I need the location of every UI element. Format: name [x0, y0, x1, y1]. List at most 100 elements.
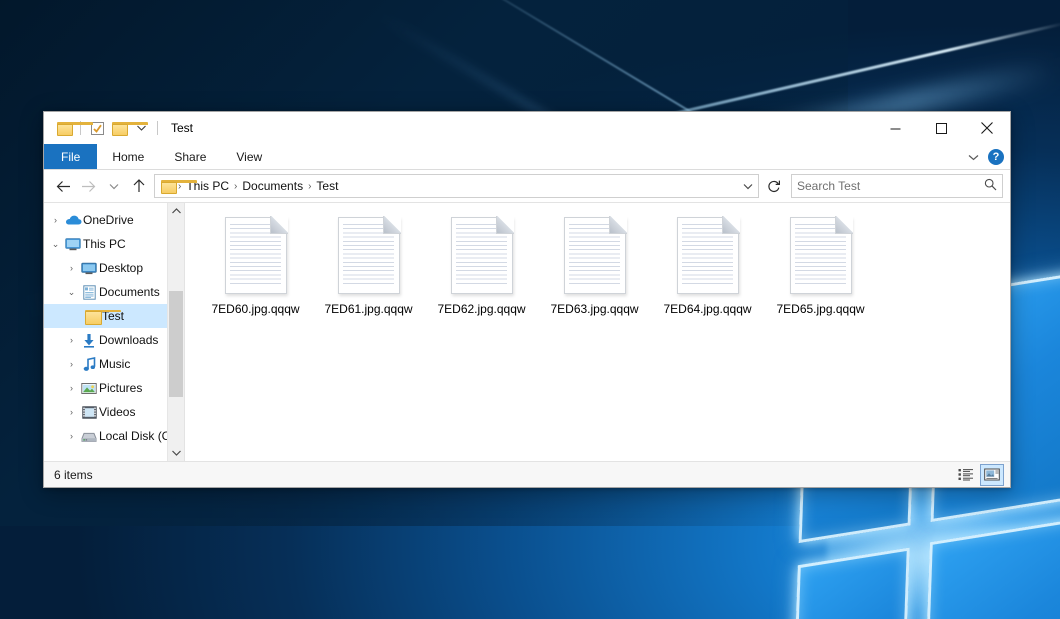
sidebar-item-label: Videos: [99, 405, 135, 419]
tab-view[interactable]: View: [221, 144, 277, 169]
folder-icon: [82, 310, 102, 323]
view-mode-buttons: [955, 464, 1004, 486]
generic-document-icon: [790, 217, 852, 294]
new-folder-icon[interactable]: [108, 117, 130, 139]
recent-locations-chevron-icon[interactable]: [101, 174, 126, 198]
pictures-icon: [79, 382, 99, 395]
expand-ribbon-chevron-icon[interactable]: [968, 150, 979, 164]
item-count-label: 6 items: [54, 468, 93, 482]
tab-home[interactable]: Home: [97, 144, 159, 169]
minimize-icon[interactable]: [872, 112, 918, 144]
sidebar-item-label: Pictures: [99, 381, 142, 395]
file-name: 7ED60.jpg.qqqw: [211, 302, 299, 316]
monitor-icon: [63, 238, 83, 251]
breadcrumb[interactable]: › This PC › Documents › Test: [154, 174, 759, 198]
download-icon: [79, 333, 99, 348]
breadcrumb-folder-icon: [160, 180, 177, 192]
sidebar-item-label: Music: [99, 357, 130, 371]
videos-icon: [79, 406, 99, 419]
file-list-view[interactable]: 7ED60.jpg.qqqw 7ED61.jpg.qqqw 7ED62.jpg.…: [185, 203, 1010, 461]
search-icon[interactable]: [984, 178, 997, 194]
logo-pane-bottom-right: [922, 515, 1060, 619]
details-view-button[interactable]: [955, 465, 977, 485]
expander-icon[interactable]: ›: [64, 263, 79, 273]
navigation-pane: › OneDrive ⌄ This PC: [44, 203, 185, 461]
title-bar: Test: [44, 112, 1010, 144]
expander-icon[interactable]: ›: [64, 431, 79, 441]
breadcrumb-item-test[interactable]: Test: [312, 179, 342, 193]
file-item[interactable]: 7ED64.jpg.qqqw: [651, 211, 764, 316]
address-bar: › This PC › Documents › Test Search Test: [44, 170, 1010, 202]
maximize-icon[interactable]: [918, 112, 964, 144]
file-name: 7ED62.jpg.qqqw: [437, 302, 525, 316]
scroll-up-arrow-icon[interactable]: [168, 203, 184, 219]
scrollbar-thumb[interactable]: [169, 291, 183, 397]
file-item[interactable]: 7ED63.jpg.qqqw: [538, 211, 651, 316]
file-explorer-window: Test File Home Share View ?: [43, 111, 1011, 488]
sidebar-item-label: Desktop: [99, 261, 143, 275]
sidebar-item-this-pc[interactable]: ⌄ This PC: [44, 232, 184, 256]
ribbon-right-controls: ?: [968, 144, 1004, 169]
file-item[interactable]: 7ED62.jpg.qqqw: [425, 211, 538, 316]
search-input[interactable]: Search Test: [791, 174, 1003, 198]
expander-icon[interactable]: ›: [48, 215, 63, 225]
breadcrumb-item-documents[interactable]: Documents: [238, 179, 307, 193]
toolbar-divider-2: [157, 121, 158, 135]
sidebar-item-onedrive[interactable]: › OneDrive: [44, 208, 184, 232]
file-grid: 7ED60.jpg.qqqw 7ED61.jpg.qqqw 7ED62.jpg.…: [185, 203, 1010, 316]
expander-icon[interactable]: ›: [64, 407, 79, 417]
sidebar-item-label: Local Disk (C:): [99, 429, 178, 443]
close-icon[interactable]: [964, 112, 1010, 144]
ribbon-tab-bar: File Home Share View ?: [44, 144, 1010, 170]
file-name: 7ED63.jpg.qqqw: [550, 302, 638, 316]
sidebar-item-pictures[interactable]: › Pictures: [44, 376, 184, 400]
expander-icon[interactable]: ›: [64, 383, 79, 393]
sidebar-item-videos[interactable]: › Videos: [44, 400, 184, 424]
help-icon[interactable]: ?: [988, 149, 1004, 165]
sidebar-item-test[interactable]: Test: [44, 304, 184, 328]
file-name: 7ED65.jpg.qqqw: [776, 302, 864, 316]
file-item[interactable]: 7ED65.jpg.qqqw: [764, 211, 877, 316]
navigation-scrollbar[interactable]: [167, 203, 184, 461]
file-name: 7ED64.jpg.qqqw: [663, 302, 751, 316]
folder-icon[interactable]: [53, 117, 75, 139]
desktop-icon: [79, 262, 99, 275]
address-dropdown-chevron-icon[interactable]: [743, 179, 753, 193]
forward-button[interactable]: [76, 174, 101, 198]
file-item[interactable]: 7ED60.jpg.qqqw: [199, 211, 312, 316]
file-name: 7ED61.jpg.qqqw: [324, 302, 412, 316]
tab-file[interactable]: File: [44, 144, 97, 169]
sidebar-item-label: Downloads: [99, 333, 158, 347]
generic-document-icon: [677, 217, 739, 294]
status-bar: 6 items: [44, 461, 1010, 487]
sidebar-item-documents[interactable]: ⌄ Documents: [44, 280, 184, 304]
customize-quick-access-chevron-icon[interactable]: [130, 117, 152, 139]
expander-icon[interactable]: ⌄: [48, 239, 63, 250]
expander-icon[interactable]: ›: [64, 335, 79, 345]
tab-share[interactable]: Share: [159, 144, 221, 169]
file-item[interactable]: 7ED61.jpg.qqqw: [312, 211, 425, 316]
back-button[interactable]: [51, 174, 76, 198]
up-button[interactable]: [126, 174, 151, 198]
navigation-tree: › OneDrive ⌄ This PC: [44, 203, 184, 448]
window-body: › OneDrive ⌄ This PC: [44, 202, 1010, 461]
window-title: Test: [171, 121, 193, 135]
sidebar-item-label: Documents: [99, 285, 160, 299]
properties-checkmark-icon[interactable]: [86, 117, 108, 139]
music-icon: [79, 357, 99, 372]
expander-icon[interactable]: ⌄: [64, 287, 79, 298]
sidebar-item-downloads[interactable]: › Downloads: [44, 328, 184, 352]
sidebar-item-desktop[interactable]: › Desktop: [44, 256, 184, 280]
cloud-icon: [63, 214, 83, 226]
generic-document-icon: [338, 217, 400, 294]
generic-document-icon: [564, 217, 626, 294]
sidebar-item-local-disk-c[interactable]: › Local Disk (C:): [44, 424, 184, 448]
search-placeholder: Search Test: [797, 179, 984, 193]
large-icons-view-button[interactable]: [980, 464, 1004, 486]
sidebar-item-label: OneDrive: [83, 213, 134, 227]
scroll-down-arrow-icon[interactable]: [168, 445, 184, 461]
expander-icon[interactable]: ›: [64, 359, 79, 369]
generic-document-icon: [225, 217, 287, 294]
sidebar-item-music[interactable]: › Music: [44, 352, 184, 376]
refresh-button[interactable]: [761, 174, 786, 198]
